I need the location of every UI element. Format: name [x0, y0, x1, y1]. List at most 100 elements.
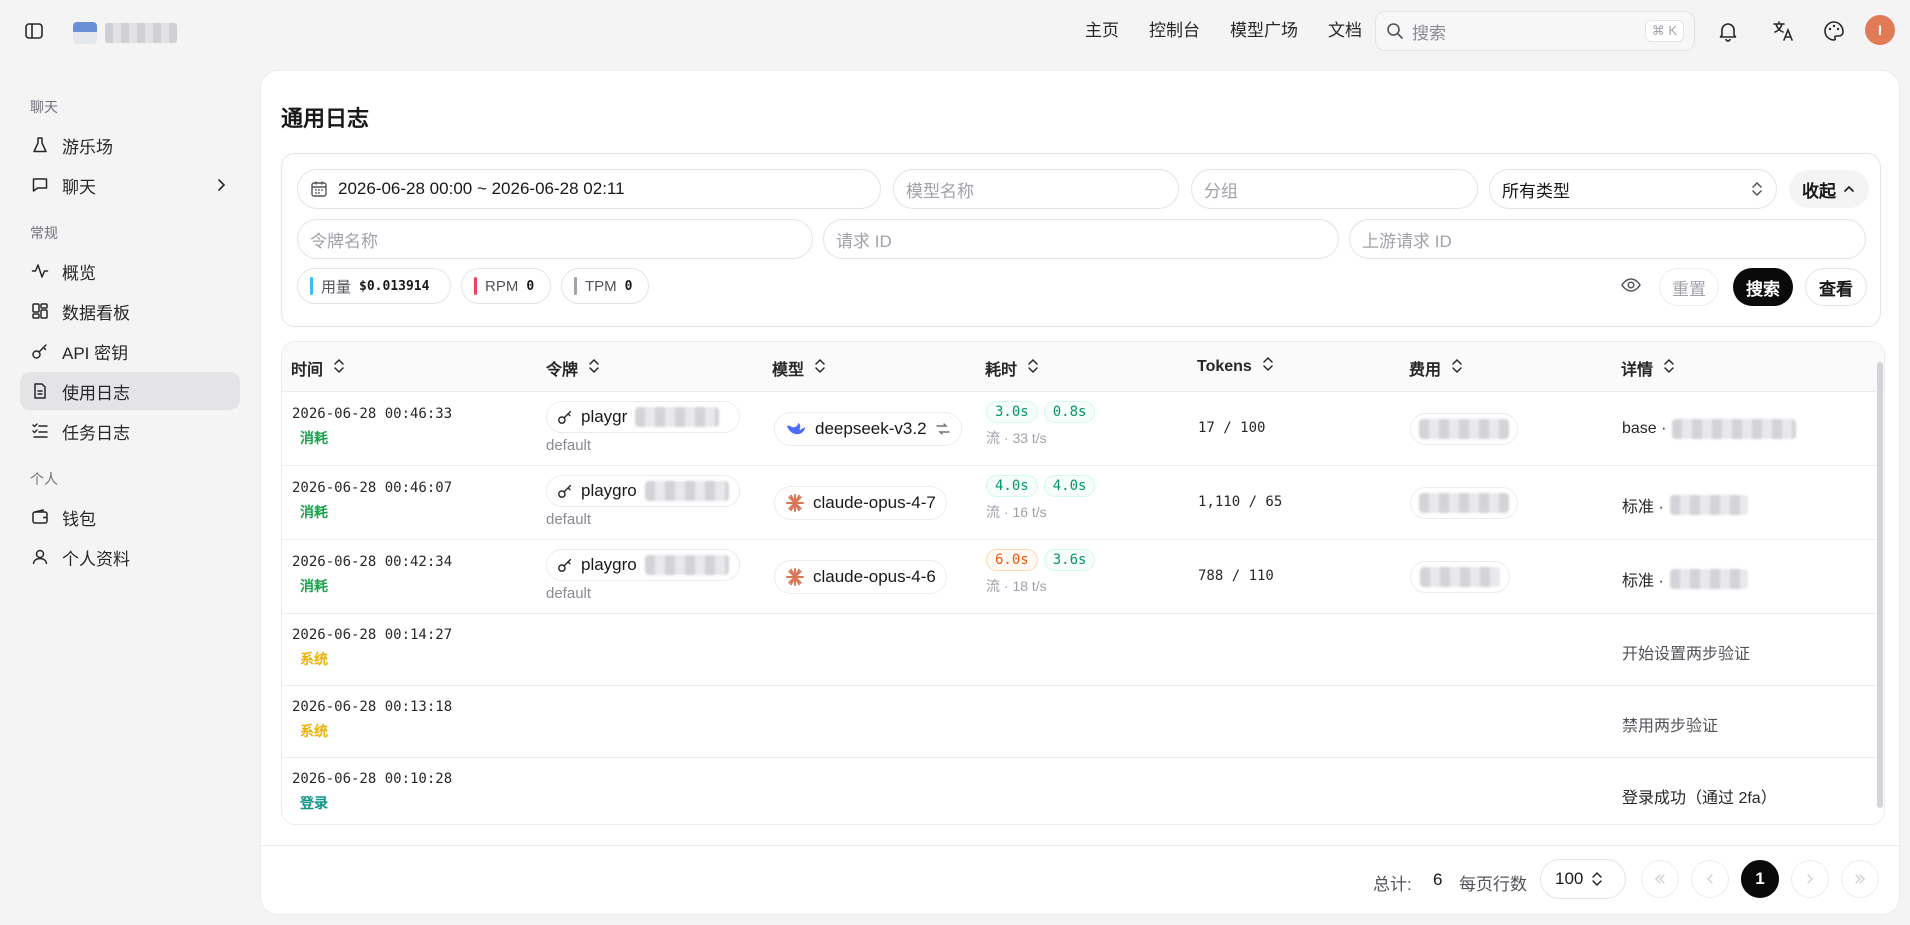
stat-rpm-bar	[474, 277, 477, 295]
sidebar-item-task-logs[interactable]: 任务日志	[20, 412, 240, 450]
table-row[interactable]: 2026-06-28 00:13:18 系统 禁用两步验证	[282, 686, 1878, 758]
detail-text: 标准 ·	[1622, 499, 1664, 516]
page-1-button[interactable]: 1	[1741, 860, 1779, 898]
date-range-picker[interactable]: 2026-06-28 00:00 ~ 2026-06-28 02:11	[297, 169, 881, 209]
collapse-button[interactable]: 收起	[1789, 170, 1869, 208]
collapse-label: 收起	[1802, 181, 1836, 201]
logo-text-redacted	[105, 23, 177, 43]
palette-icon[interactable]	[1820, 17, 1848, 45]
avatar[interactable]: I	[1865, 15, 1895, 45]
token-pill[interactable]: playgro	[546, 475, 740, 507]
model-pill[interactable]: claude-opus-4-7	[774, 486, 947, 520]
sidebar-item-api-keys[interactable]: API 密钥	[20, 332, 240, 370]
sidebar-item-chat[interactable]: 聊天	[20, 166, 240, 204]
first-page-button[interactable]	[1641, 860, 1679, 898]
stat-tpm: TPM 0	[561, 268, 649, 304]
per-page-select[interactable]: 100	[1540, 859, 1626, 899]
logo[interactable]	[73, 21, 177, 45]
upstream-request-id-input[interactable]: 上游请求 ID	[1349, 219, 1866, 259]
model-name-input[interactable]: 模型名称	[893, 169, 1179, 209]
request-id-input[interactable]: 请求 ID	[823, 219, 1339, 259]
sidebar-section-general: 常规	[30, 225, 58, 241]
bell-icon[interactable]	[1714, 17, 1742, 45]
sidebar-item-playground[interactable]: 游乐场	[20, 126, 240, 164]
token-group: default	[546, 437, 592, 454]
file-icon	[30, 381, 50, 401]
sidebar-item-usage-logs[interactable]: 使用日志	[20, 372, 240, 410]
model-name: deepseek-v3.2	[815, 419, 927, 438]
duration-cell: 4.0s 4.0s 流 · 16 t/s	[986, 475, 1101, 522]
top-nav: 主页 控制台 模型广场 文档	[1070, 18, 1377, 44]
row-time: 2026-06-28 00:46:07	[292, 480, 453, 496]
prev-page-button[interactable]	[1691, 860, 1729, 898]
detail-text: base ·	[1622, 420, 1667, 437]
nav-model-plaza[interactable]: 模型广场	[1215, 18, 1313, 44]
column-header-token[interactable]: 令牌	[546, 356, 600, 380]
per-page-label: 每页行数	[1459, 875, 1527, 894]
stat-usage-value: $0.013914	[359, 278, 430, 294]
search-button[interactable]: 搜索	[1733, 268, 1793, 306]
token-pill[interactable]: playgro	[546, 549, 740, 581]
search-shortcut: ⌘ K	[1644, 20, 1684, 42]
reset-button[interactable]: 重置	[1659, 268, 1719, 306]
nav-console[interactable]: 控制台	[1134, 18, 1215, 44]
sort-icon	[588, 358, 600, 379]
table-row[interactable]: 2026-06-28 00:14:27 系统 开始设置两步验证	[282, 614, 1878, 686]
first-token-chip: 3.6s	[1043, 549, 1096, 571]
chevron-up-icon	[1842, 182, 1856, 196]
log-type-select[interactable]: 所有类型	[1489, 169, 1777, 209]
stream-speed: 流 · 33 t/s	[986, 430, 1047, 446]
first-token-chip: 4.0s	[1043, 475, 1096, 497]
nav-home[interactable]: 主页	[1070, 18, 1134, 44]
key-icon	[557, 557, 573, 573]
view-button[interactable]: 查看	[1805, 268, 1867, 306]
model-cell: claude-opus-4-7	[774, 486, 947, 520]
time-cell: 2026-06-28 00:46:07 消耗	[292, 480, 452, 522]
sidebar-section-chat: 聊天	[30, 99, 58, 115]
model-pill[interactable]: deepseek-v3.2	[774, 412, 962, 446]
table-row[interactable]: 2026-06-28 00:10:28 登录 登录成功（通过 2fa）	[282, 758, 1878, 824]
token-group: default	[546, 585, 592, 602]
model-name: claude-opus-4-7	[813, 493, 936, 512]
column-header-time[interactable]: 时间	[291, 356, 345, 380]
cost-pill	[1410, 561, 1510, 593]
column-header-details[interactable]: 详情	[1621, 356, 1675, 380]
token-name: playgro	[581, 481, 637, 500]
eye-icon[interactable]	[1620, 274, 1642, 301]
column-header-tokens[interactable]: Tokens	[1197, 356, 1274, 377]
sidebar-toggle-icon[interactable]	[22, 19, 46, 43]
token-name-redacted	[644, 481, 729, 501]
sort-icon	[1451, 358, 1463, 379]
model-pill[interactable]: claude-opus-4-6	[774, 560, 947, 594]
table-row[interactable]: 2026-06-28 00:46:07 消耗 playgro default c…	[282, 466, 1878, 540]
column-header-model[interactable]: 模型	[772, 356, 826, 380]
message-icon	[30, 175, 50, 195]
sidebar-item-profile[interactable]: 个人资料	[20, 538, 240, 576]
last-page-button[interactable]	[1841, 860, 1879, 898]
nav-docs[interactable]: 文档	[1313, 18, 1377, 44]
token-name-input[interactable]: 令牌名称	[297, 219, 813, 259]
top-bar: 主页 控制台 模型广场 文档 搜索 ⌘ K I	[0, 0, 1910, 62]
translate-icon[interactable]	[1769, 17, 1797, 45]
chevron-left-icon	[1703, 872, 1717, 886]
chevron-right-icon	[1803, 872, 1817, 886]
request-id-placeholder: 请求 ID	[836, 231, 892, 251]
sort-icon	[1663, 358, 1675, 379]
token-pill[interactable]: playgr	[546, 401, 740, 433]
search-input[interactable]: 搜索 ⌘ K	[1375, 11, 1695, 51]
sidebar-item-dashboard[interactable]: 数据看板	[20, 292, 240, 330]
sidebar-item-overview[interactable]: 概览	[20, 252, 240, 290]
table-row[interactable]: 2026-06-28 00:46:33 消耗 playgr default de…	[282, 392, 1878, 466]
column-header-cost[interactable]: 费用	[1409, 356, 1463, 380]
table-scrollbar[interactable]	[1877, 362, 1883, 808]
next-page-button[interactable]	[1791, 860, 1829, 898]
detail-cell: 禁用两步验证	[1622, 718, 1719, 735]
duration-cell: 3.0s 0.8s 流 · 33 t/s	[986, 401, 1101, 448]
chevrons-left-icon	[1653, 872, 1667, 886]
group-input[interactable]: 分组	[1191, 169, 1478, 209]
user-icon	[30, 547, 50, 567]
column-header-duration[interactable]: 耗时	[985, 356, 1039, 380]
table-row[interactable]: 2026-06-28 00:42:34 消耗 playgro default c…	[282, 540, 1878, 614]
upstream-request-id-placeholder: 上游请求 ID	[1362, 231, 1452, 251]
sidebar-item-wallet[interactable]: 钱包	[20, 498, 240, 536]
